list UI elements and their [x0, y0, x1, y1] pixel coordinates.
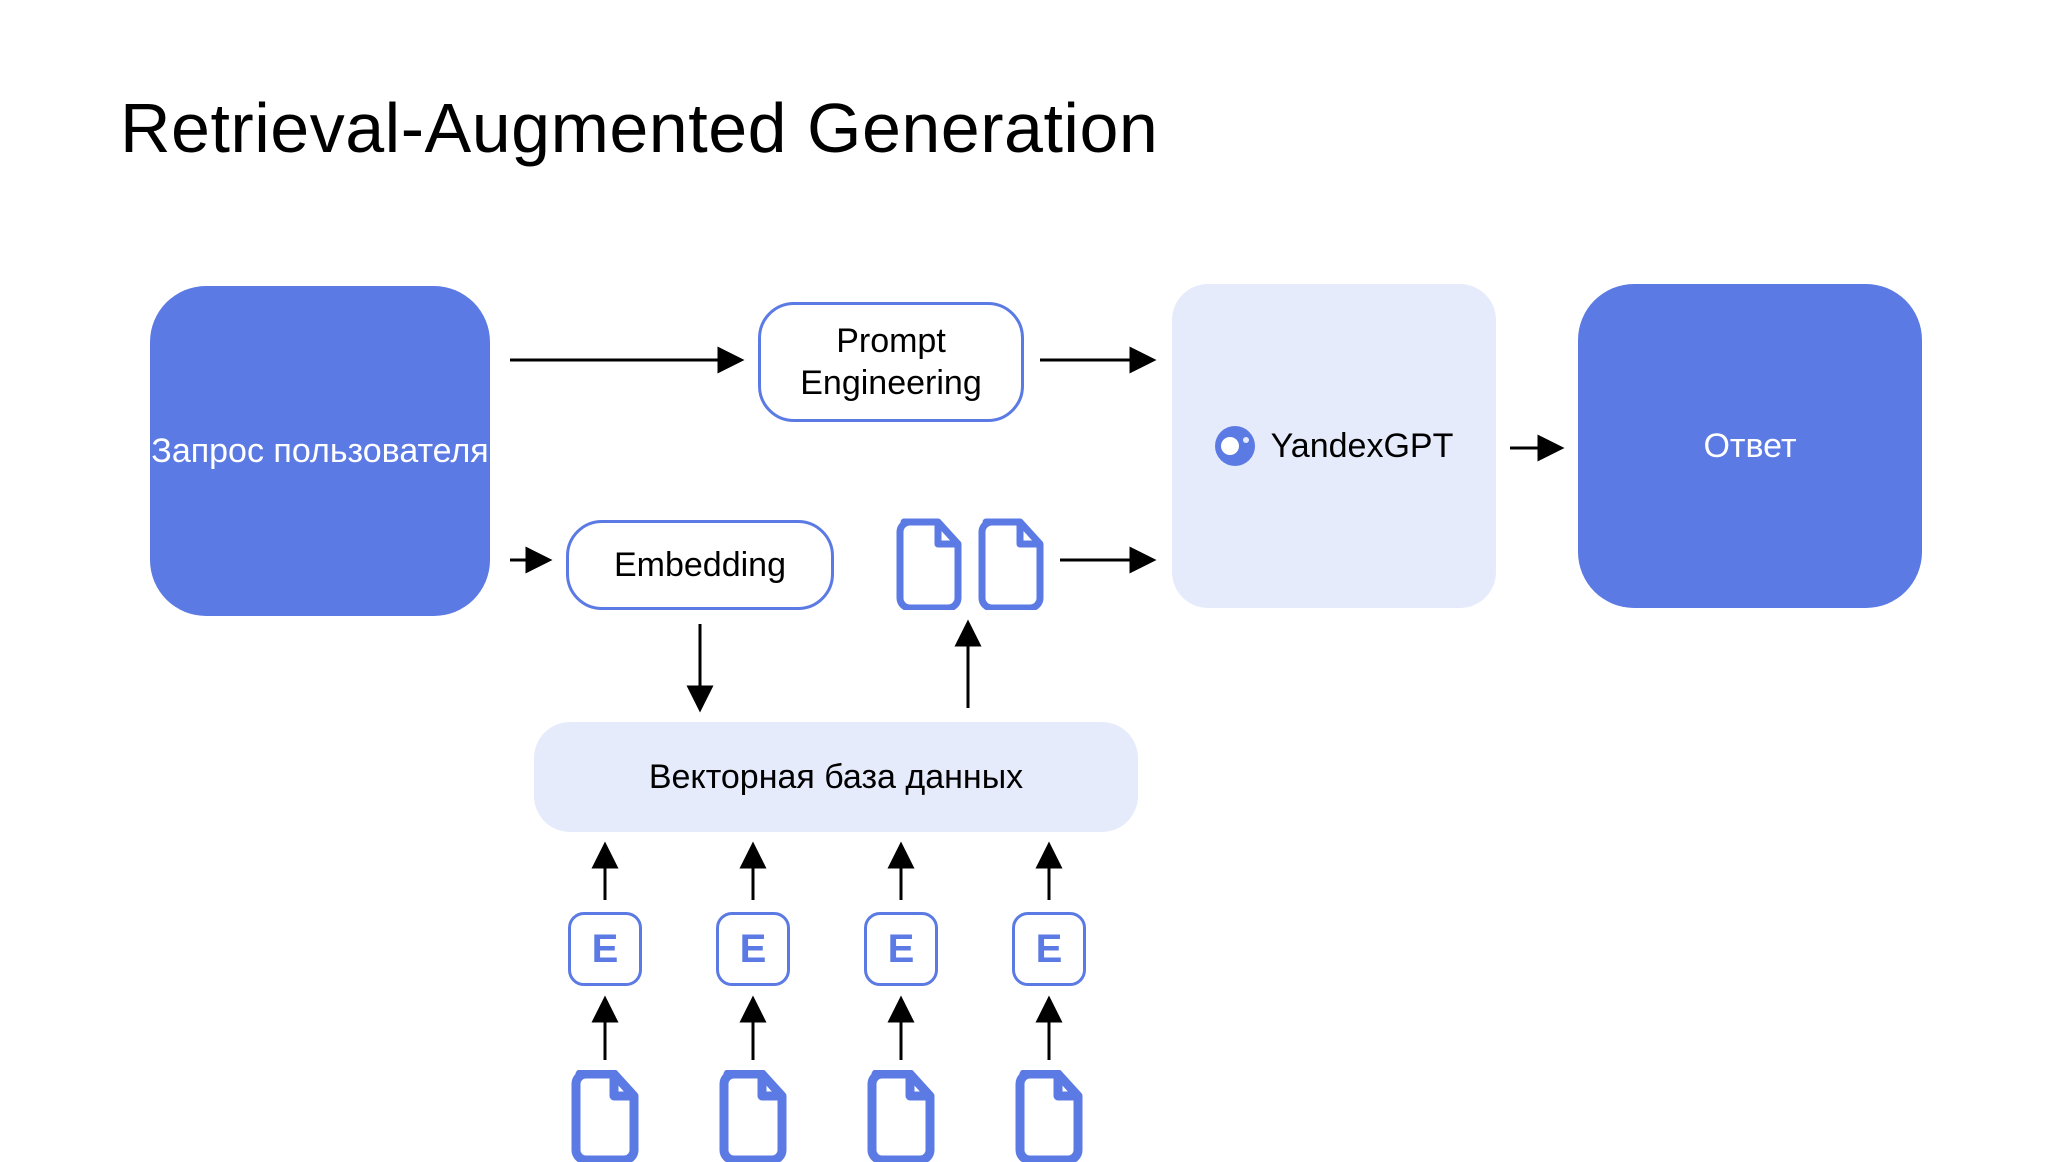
- node-prompt-engineering: Prompt Engineering: [758, 302, 1024, 422]
- embedding-token-icon: E: [1012, 912, 1086, 986]
- embedding-token-icon: E: [568, 912, 642, 986]
- document-icon: [892, 518, 966, 610]
- node-user-query: Запрос пользователя: [150, 286, 490, 616]
- document-icon: [864, 1070, 938, 1162]
- document-icon: [1012, 1070, 1086, 1162]
- document-icon: [974, 518, 1048, 610]
- page-title: Retrieval-Augmented Generation: [120, 88, 1158, 168]
- document-icon: [568, 1070, 642, 1162]
- yandexgpt-logo-icon: [1215, 426, 1255, 466]
- embedding-token-icon: E: [864, 912, 938, 986]
- embedding-token-icon: E: [716, 912, 790, 986]
- node-embedding: Embedding: [566, 520, 834, 610]
- node-answer: Ответ: [1578, 284, 1922, 608]
- document-icon: [716, 1070, 790, 1162]
- node-vector-db: Векторная база данных: [534, 722, 1138, 832]
- yandexgpt-label: YandexGPT: [1271, 427, 1454, 466]
- node-yandexgpt: YandexGPT: [1172, 284, 1496, 608]
